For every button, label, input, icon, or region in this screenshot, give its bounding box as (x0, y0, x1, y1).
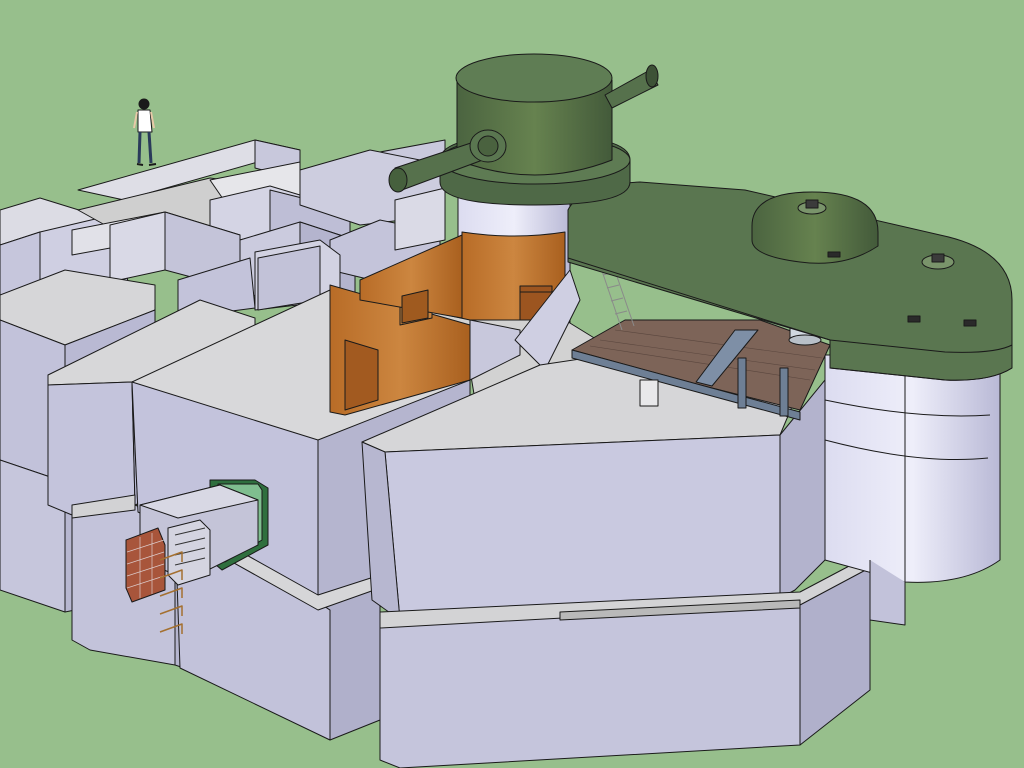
human-figure-icon (133, 98, 157, 166)
3d-viewport[interactable] (0, 0, 1024, 768)
brick-patch (125, 527, 166, 603)
model-scene (0, 53, 1013, 768)
